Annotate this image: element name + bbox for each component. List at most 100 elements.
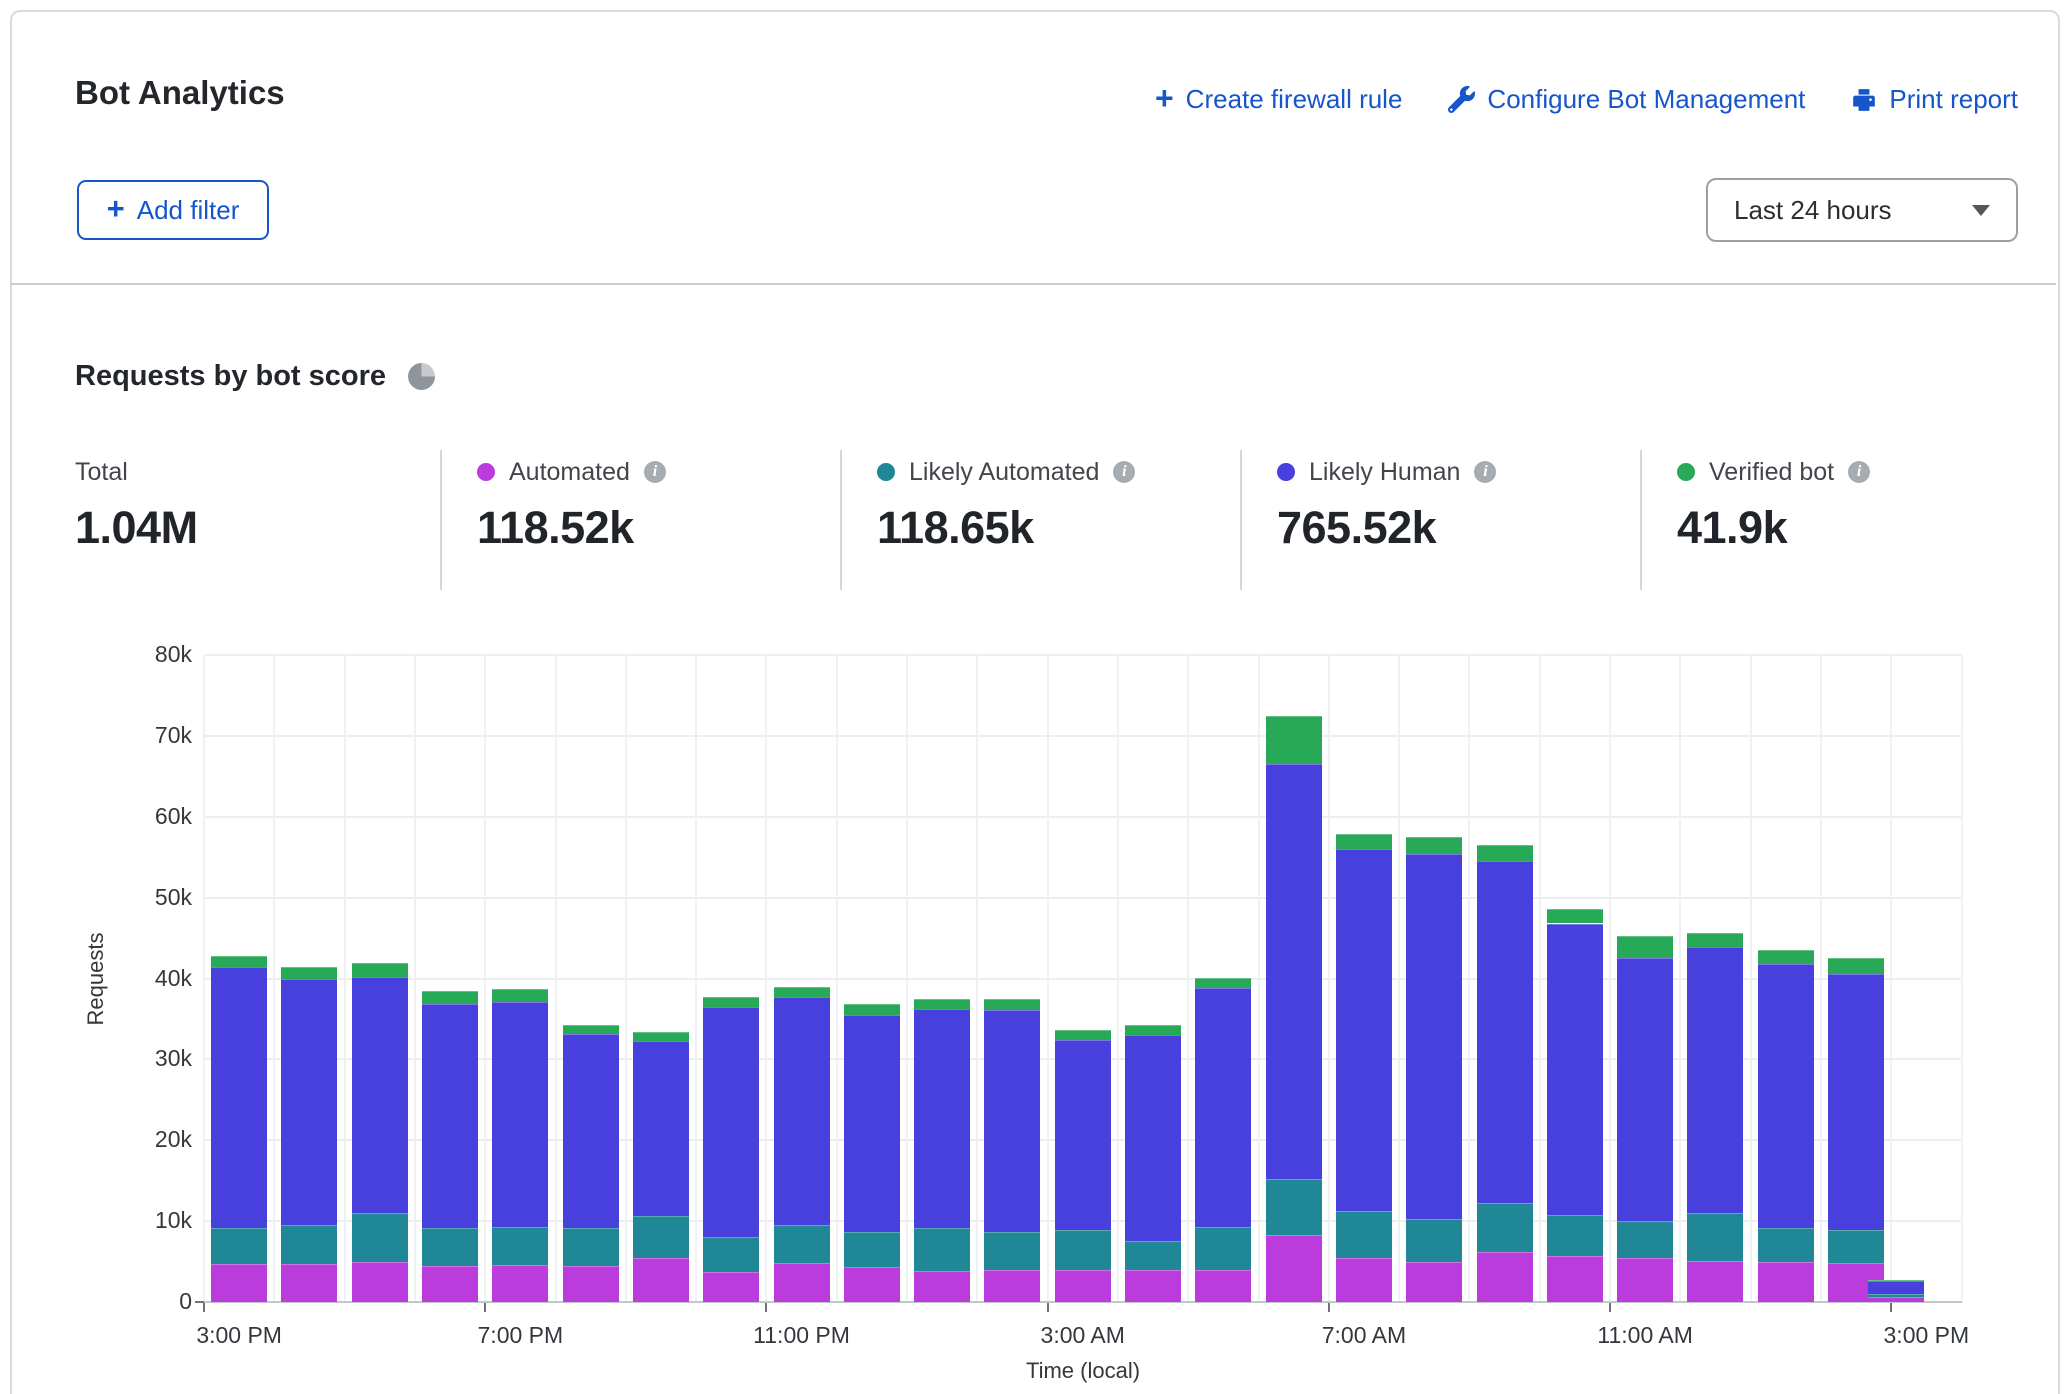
bar-segment-automated[interactable] xyxy=(563,1266,619,1302)
bar-segment-verified-bot[interactable] xyxy=(422,991,478,1004)
bar-segment-automated[interactable] xyxy=(1617,1258,1673,1302)
bar-segment-verified-bot[interactable] xyxy=(1687,933,1743,947)
bar-segment-likely-automated[interactable] xyxy=(633,1216,689,1257)
bar-segment-verified-bot[interactable] xyxy=(1055,1030,1111,1040)
bar-segment-likely-human[interactable] xyxy=(211,967,267,1227)
bar-segment-likely-automated[interactable] xyxy=(281,1225,337,1263)
bar-segment-likely-automated[interactable] xyxy=(1266,1179,1322,1235)
bar-segment-likely-automated[interactable] xyxy=(844,1232,900,1267)
bar-segment-likely-automated[interactable] xyxy=(1195,1227,1251,1271)
bar-segment-likely-automated[interactable] xyxy=(703,1237,759,1272)
bar-segment-likely-human[interactable] xyxy=(914,1009,970,1229)
bar-segment-likely-automated[interactable] xyxy=(914,1228,970,1271)
bar-segment-automated[interactable] xyxy=(703,1272,759,1302)
bar-segment-automated[interactable] xyxy=(1547,1256,1603,1302)
bar-segment-likely-human[interactable] xyxy=(422,1004,478,1228)
bar-segment-likely-human[interactable] xyxy=(1617,958,1673,1221)
bar-segment-automated[interactable] xyxy=(1687,1261,1743,1302)
bar-segment-likely-automated[interactable] xyxy=(352,1213,408,1262)
bar-segment-verified-bot[interactable] xyxy=(1125,1025,1181,1036)
bar-segment-automated[interactable] xyxy=(1758,1262,1814,1302)
bar-segment-likely-human[interactable] xyxy=(1687,947,1743,1213)
bar-segment-verified-bot[interactable] xyxy=(1336,834,1392,849)
bar-segment-likely-automated[interactable] xyxy=(1125,1241,1181,1269)
bar-segment-likely-human[interactable] xyxy=(1055,1040,1111,1230)
bar-segment-verified-bot[interactable] xyxy=(984,999,1040,1010)
bar-segment-automated[interactable] xyxy=(1125,1270,1181,1302)
bar-segment-likely-human[interactable] xyxy=(1336,849,1392,1211)
bar-segment-likely-automated[interactable] xyxy=(1617,1221,1673,1257)
bar-segment-automated[interactable] xyxy=(281,1264,337,1302)
bar-segment-verified-bot[interactable] xyxy=(774,987,830,997)
bar-segment-automated[interactable] xyxy=(1336,1258,1392,1302)
bar-segment-automated[interactable] xyxy=(352,1262,408,1302)
bar-segment-likely-human[interactable] xyxy=(1125,1035,1181,1241)
bar-segment-verified-bot[interactable] xyxy=(1406,837,1462,854)
bar-segment-automated[interactable] xyxy=(211,1264,267,1302)
bar-segment-likely-human[interactable] xyxy=(281,979,337,1225)
bar-segment-likely-automated[interactable] xyxy=(984,1232,1040,1270)
bar-segment-likely-automated[interactable] xyxy=(492,1227,548,1265)
bar-segment-likely-automated[interactable] xyxy=(563,1228,619,1266)
bar-segment-likely-automated[interactable] xyxy=(422,1228,478,1266)
bar-segment-verified-bot[interactable] xyxy=(633,1032,689,1041)
bar-segment-verified-bot[interactable] xyxy=(211,956,267,967)
bar-segment-verified-bot[interactable] xyxy=(1266,716,1322,765)
bar-segment-automated[interactable] xyxy=(1266,1235,1322,1302)
bar-segment-automated[interactable] xyxy=(984,1270,1040,1302)
bar-segment-likely-automated[interactable] xyxy=(1406,1219,1462,1262)
bar-segment-verified-bot[interactable] xyxy=(844,1004,900,1015)
bar-segment-likely-human[interactable] xyxy=(492,1002,548,1227)
bar-segment-likely-automated[interactable] xyxy=(1687,1213,1743,1261)
bar-segment-automated[interactable] xyxy=(1055,1270,1111,1302)
bar-segment-verified-bot[interactable] xyxy=(281,967,337,979)
bar-segment-likely-human[interactable] xyxy=(1406,854,1462,1219)
bar-segment-likely-human[interactable] xyxy=(1477,861,1533,1203)
bar-segment-automated[interactable] xyxy=(633,1258,689,1302)
bar-segment-verified-bot[interactable] xyxy=(563,1025,619,1034)
bar-segment-automated[interactable] xyxy=(914,1271,970,1302)
bar-segment-likely-human[interactable] xyxy=(1758,964,1814,1228)
bar-segment-likely-automated[interactable] xyxy=(1868,1294,1924,1297)
bar-segment-likely-human[interactable] xyxy=(844,1015,900,1233)
bar-segment-verified-bot[interactable] xyxy=(352,963,408,977)
bar-segment-verified-bot[interactable] xyxy=(492,989,548,1002)
bar-segment-automated[interactable] xyxy=(422,1266,478,1302)
bar-segment-likely-automated[interactable] xyxy=(1336,1211,1392,1259)
bar-segment-automated[interactable] xyxy=(1406,1262,1462,1302)
bar-segment-likely-human[interactable] xyxy=(1266,764,1322,1179)
bar-segment-verified-bot[interactable] xyxy=(1828,958,1884,974)
bar-segment-automated[interactable] xyxy=(1195,1270,1251,1302)
bar-segment-automated[interactable] xyxy=(1477,1252,1533,1302)
bar-segment-likely-automated[interactable] xyxy=(1055,1230,1111,1270)
bar-segment-likely-human[interactable] xyxy=(1547,924,1603,1216)
bar-segment-likely-automated[interactable] xyxy=(1547,1215,1603,1256)
bar-segment-likely-human[interactable] xyxy=(352,977,408,1213)
bar-segment-likely-human[interactable] xyxy=(563,1034,619,1228)
bar-segment-verified-bot[interactable] xyxy=(1547,909,1603,924)
bar-segment-likely-automated[interactable] xyxy=(211,1228,267,1264)
bar-segment-likely-automated[interactable] xyxy=(1758,1228,1814,1263)
bar-segment-automated[interactable] xyxy=(844,1267,900,1302)
bar-segment-automated[interactable] xyxy=(774,1263,830,1302)
bar-segment-verified-bot[interactable] xyxy=(703,997,759,1007)
bar-segment-verified-bot[interactable] xyxy=(1868,1280,1924,1281)
bar-segment-likely-human[interactable] xyxy=(1868,1281,1924,1294)
bar-segment-likely-automated[interactable] xyxy=(1477,1203,1533,1252)
bar-segment-verified-bot[interactable] xyxy=(1758,950,1814,963)
bar-segment-likely-human[interactable] xyxy=(1828,974,1884,1230)
bar-segment-likely-automated[interactable] xyxy=(1828,1230,1884,1263)
bar-segment-likely-human[interactable] xyxy=(1195,988,1251,1227)
bar-segment-likely-automated[interactable] xyxy=(774,1225,830,1263)
bar-segment-verified-bot[interactable] xyxy=(1477,845,1533,861)
bar-segment-verified-bot[interactable] xyxy=(1617,936,1673,959)
bar-segment-automated[interactable] xyxy=(492,1265,548,1302)
bot-analytics-page: Bot Analytics + Create firewall rule Con… xyxy=(0,0,2070,1394)
bar-segment-verified-bot[interactable] xyxy=(1195,978,1251,989)
bar-segment-likely-human[interactable] xyxy=(703,1007,759,1237)
bar-segment-verified-bot[interactable] xyxy=(914,999,970,1009)
bar-segment-automated[interactable] xyxy=(1868,1297,1924,1302)
bar-segment-likely-human[interactable] xyxy=(774,997,830,1225)
bar-segment-likely-human[interactable] xyxy=(984,1010,1040,1232)
bar-segment-likely-human[interactable] xyxy=(633,1041,689,1216)
